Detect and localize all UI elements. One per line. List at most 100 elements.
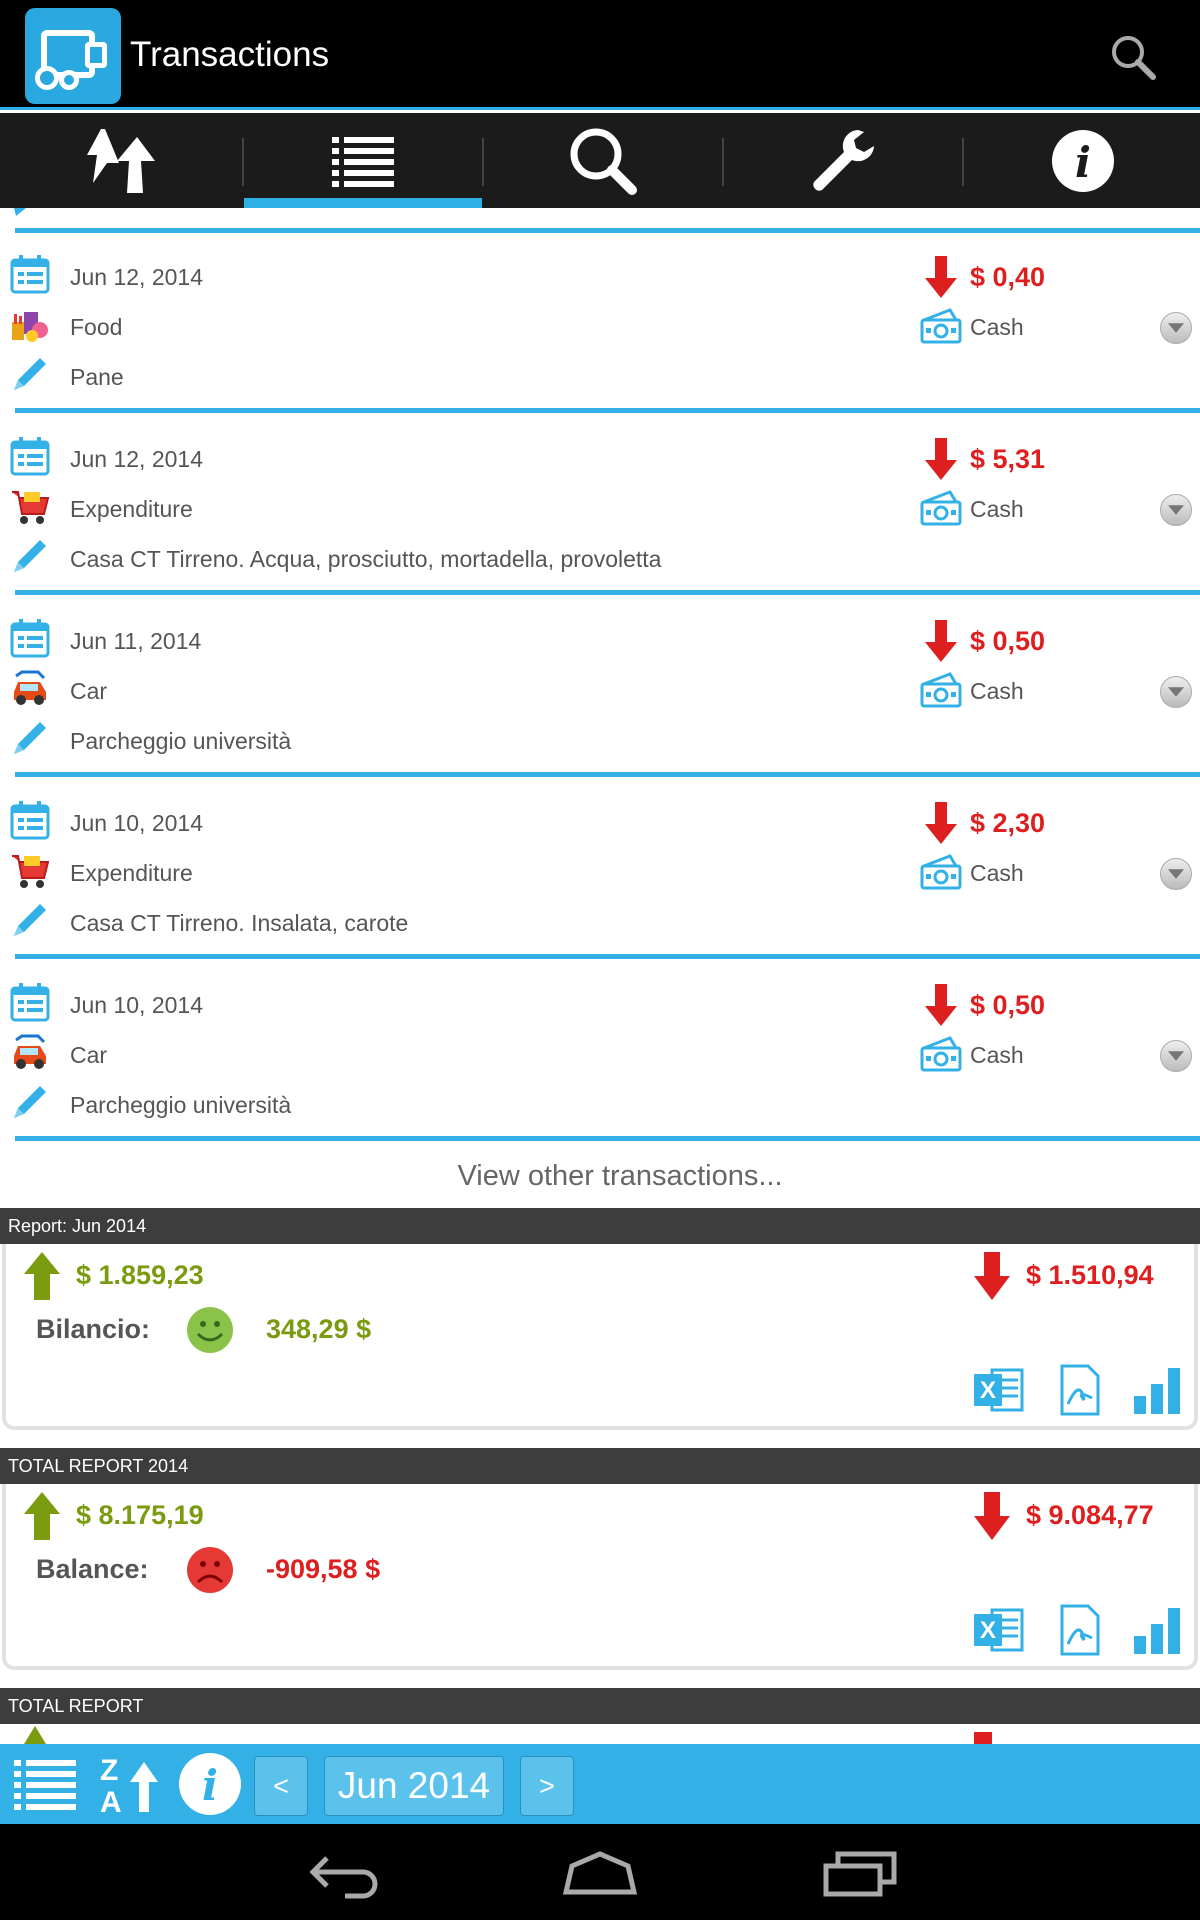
transaction-account: Cash (970, 678, 1024, 704)
income-total: $ 1.859,23 (76, 1260, 204, 1290)
report-header: TOTAL REPORT (0, 1688, 1200, 1724)
calendar-icon (10, 982, 50, 1022)
expand-dropdown-icon[interactable] (1160, 1040, 1192, 1072)
home-icon[interactable] (560, 1844, 640, 1900)
transaction-amount: $ 5,31 (970, 444, 1046, 474)
tab-list[interactable] (244, 113, 482, 208)
expense-arrow-icon (925, 984, 957, 1026)
excel-export-icon[interactable]: X (972, 1604, 1024, 1656)
sync-icon (87, 128, 155, 193)
transaction-note: Parcheggio università (70, 1092, 292, 1118)
search-icon[interactable] (1108, 32, 1158, 82)
bottom-toolbar: Z A i < Jun 2014 > (0, 1744, 1200, 1824)
pdf-export-icon[interactable] (1054, 1364, 1106, 1416)
system-navigation-bar (0, 1824, 1200, 1920)
expense-arrow-icon (925, 438, 957, 480)
transaction-row[interactable]: Jun 10, 2014 Car Parcheggio università $ 0,… (0, 964, 1200, 1134)
pencil-icon (10, 900, 50, 940)
transaction-note: Pane (70, 364, 124, 390)
transaction-date: Jun 10, 2014 (70, 992, 204, 1018)
expense-arrow-icon (974, 1492, 1010, 1540)
list-view-icon[interactable] (14, 1758, 78, 1810)
car-icon (10, 668, 50, 708)
transaction-date: Jun 12, 2014 (70, 446, 204, 472)
sort-icon[interactable]: Z A (98, 1752, 162, 1816)
bar-chart-icon[interactable] (1132, 1604, 1184, 1656)
tab-info[interactable]: i (964, 113, 1200, 208)
pencil-icon (10, 1082, 50, 1122)
expense-arrow-icon (925, 802, 957, 844)
excel-export-icon[interactable]: X (972, 1364, 1024, 1416)
info-button-icon[interactable]: i (178, 1752, 242, 1816)
row-divider (15, 590, 1200, 595)
happy-face-icon (186, 1306, 234, 1354)
income-total: $ 8.175,19 (76, 1500, 204, 1530)
expand-dropdown-icon[interactable] (1160, 858, 1192, 890)
transaction-row[interactable]: Jun 11, 2014 Car Parcheggio università $ 0,… (0, 600, 1200, 770)
transaction-note: Parcheggio università (70, 728, 292, 754)
expense-arrow-icon (925, 256, 957, 298)
cash-icon (920, 488, 962, 526)
balance-label: Bilancio: (36, 1314, 151, 1344)
magnifier-icon (570, 128, 637, 195)
transaction-amount: $ 2,30 (970, 808, 1046, 838)
transaction-account: Cash (970, 496, 1024, 522)
transaction-account: Cash (970, 860, 1024, 886)
transaction-date: Jun 10, 2014 (70, 810, 204, 836)
transaction-category: Food (70, 314, 123, 340)
income-arrow-icon (24, 1252, 60, 1300)
month-selector[interactable]: Jun 2014 (324, 1756, 504, 1816)
transaction-category: Expenditure (70, 860, 193, 886)
expand-dropdown-icon[interactable] (1160, 676, 1192, 708)
tab-settings[interactable] (724, 113, 962, 208)
row-divider (15, 772, 1200, 777)
tab-sync[interactable] (2, 113, 240, 208)
view-other-transactions-link[interactable]: View other transactions... (0, 1160, 1200, 1193)
expense-total: $ 9.084,77 (1026, 1500, 1154, 1530)
transaction-account: Cash (970, 314, 1024, 340)
shopping-cart-icon (10, 486, 50, 526)
shopping-cart-icon (10, 850, 50, 890)
report-header: Report: Jun 2014 (0, 1208, 1200, 1244)
pencil-icon (14, 208, 26, 216)
transaction-row[interactable]: Jun 12, 2014 Food Pane $ 0,40 Cash (0, 236, 1200, 406)
app-logo-icon[interactable] (25, 8, 121, 104)
tab-bar: i (0, 113, 1200, 208)
pdf-export-icon[interactable] (1054, 1604, 1106, 1656)
page-title: Transactions (130, 35, 330, 74)
bar-chart-icon[interactable] (1132, 1364, 1184, 1416)
transaction-amount: $ 0,50 (970, 626, 1046, 656)
food-icon (10, 304, 50, 344)
tab-search[interactable] (484, 113, 722, 208)
report-card: $ 8.175,19 $ 9.084,77 Balance: -909,58 $ X (2, 1484, 1198, 1670)
calendar-icon (10, 800, 50, 840)
calendar-icon (10, 618, 50, 658)
transaction-amount: $ 0,50 (970, 990, 1046, 1020)
balance-value: -909,58 $ (266, 1554, 381, 1584)
cash-icon (920, 670, 962, 708)
list-icon (332, 136, 394, 187)
car-icon (10, 1032, 50, 1072)
transaction-row[interactable]: Jun 10, 2014 Expenditure Casa CT Tirreno. … (0, 782, 1200, 952)
recent-apps-icon[interactable] (820, 1844, 900, 1900)
svg-text:A: A (100, 1786, 122, 1816)
info-icon: i (1052, 129, 1114, 192)
expense-arrow-icon (974, 1252, 1010, 1300)
income-arrow-icon (24, 1492, 60, 1540)
svg-text:X: X (980, 1377, 996, 1404)
report-card: $ 1.859,23 $ 1.510,94 Bilancio: 348,29 $ X (2, 1244, 1198, 1430)
pencil-icon (10, 354, 50, 394)
transaction-category: Expenditure (70, 496, 193, 522)
expense-arrow-icon (974, 1732, 992, 1744)
transaction-category: Car (70, 678, 108, 704)
prev-month-button[interactable]: < (254, 1756, 308, 1816)
transaction-date: Jun 12, 2014 (70, 264, 204, 290)
transaction-amount: $ 0,40 (970, 262, 1046, 292)
back-icon[interactable] (305, 1844, 385, 1900)
pencil-icon (10, 718, 50, 758)
expand-dropdown-icon[interactable] (1160, 312, 1192, 344)
transaction-row[interactable]: Jun 12, 2014 Expenditure Casa CT Tirreno. … (0, 418, 1200, 588)
transaction-category: Car (70, 1042, 108, 1068)
expand-dropdown-icon[interactable] (1160, 494, 1192, 526)
next-month-button[interactable]: > (520, 1756, 574, 1816)
